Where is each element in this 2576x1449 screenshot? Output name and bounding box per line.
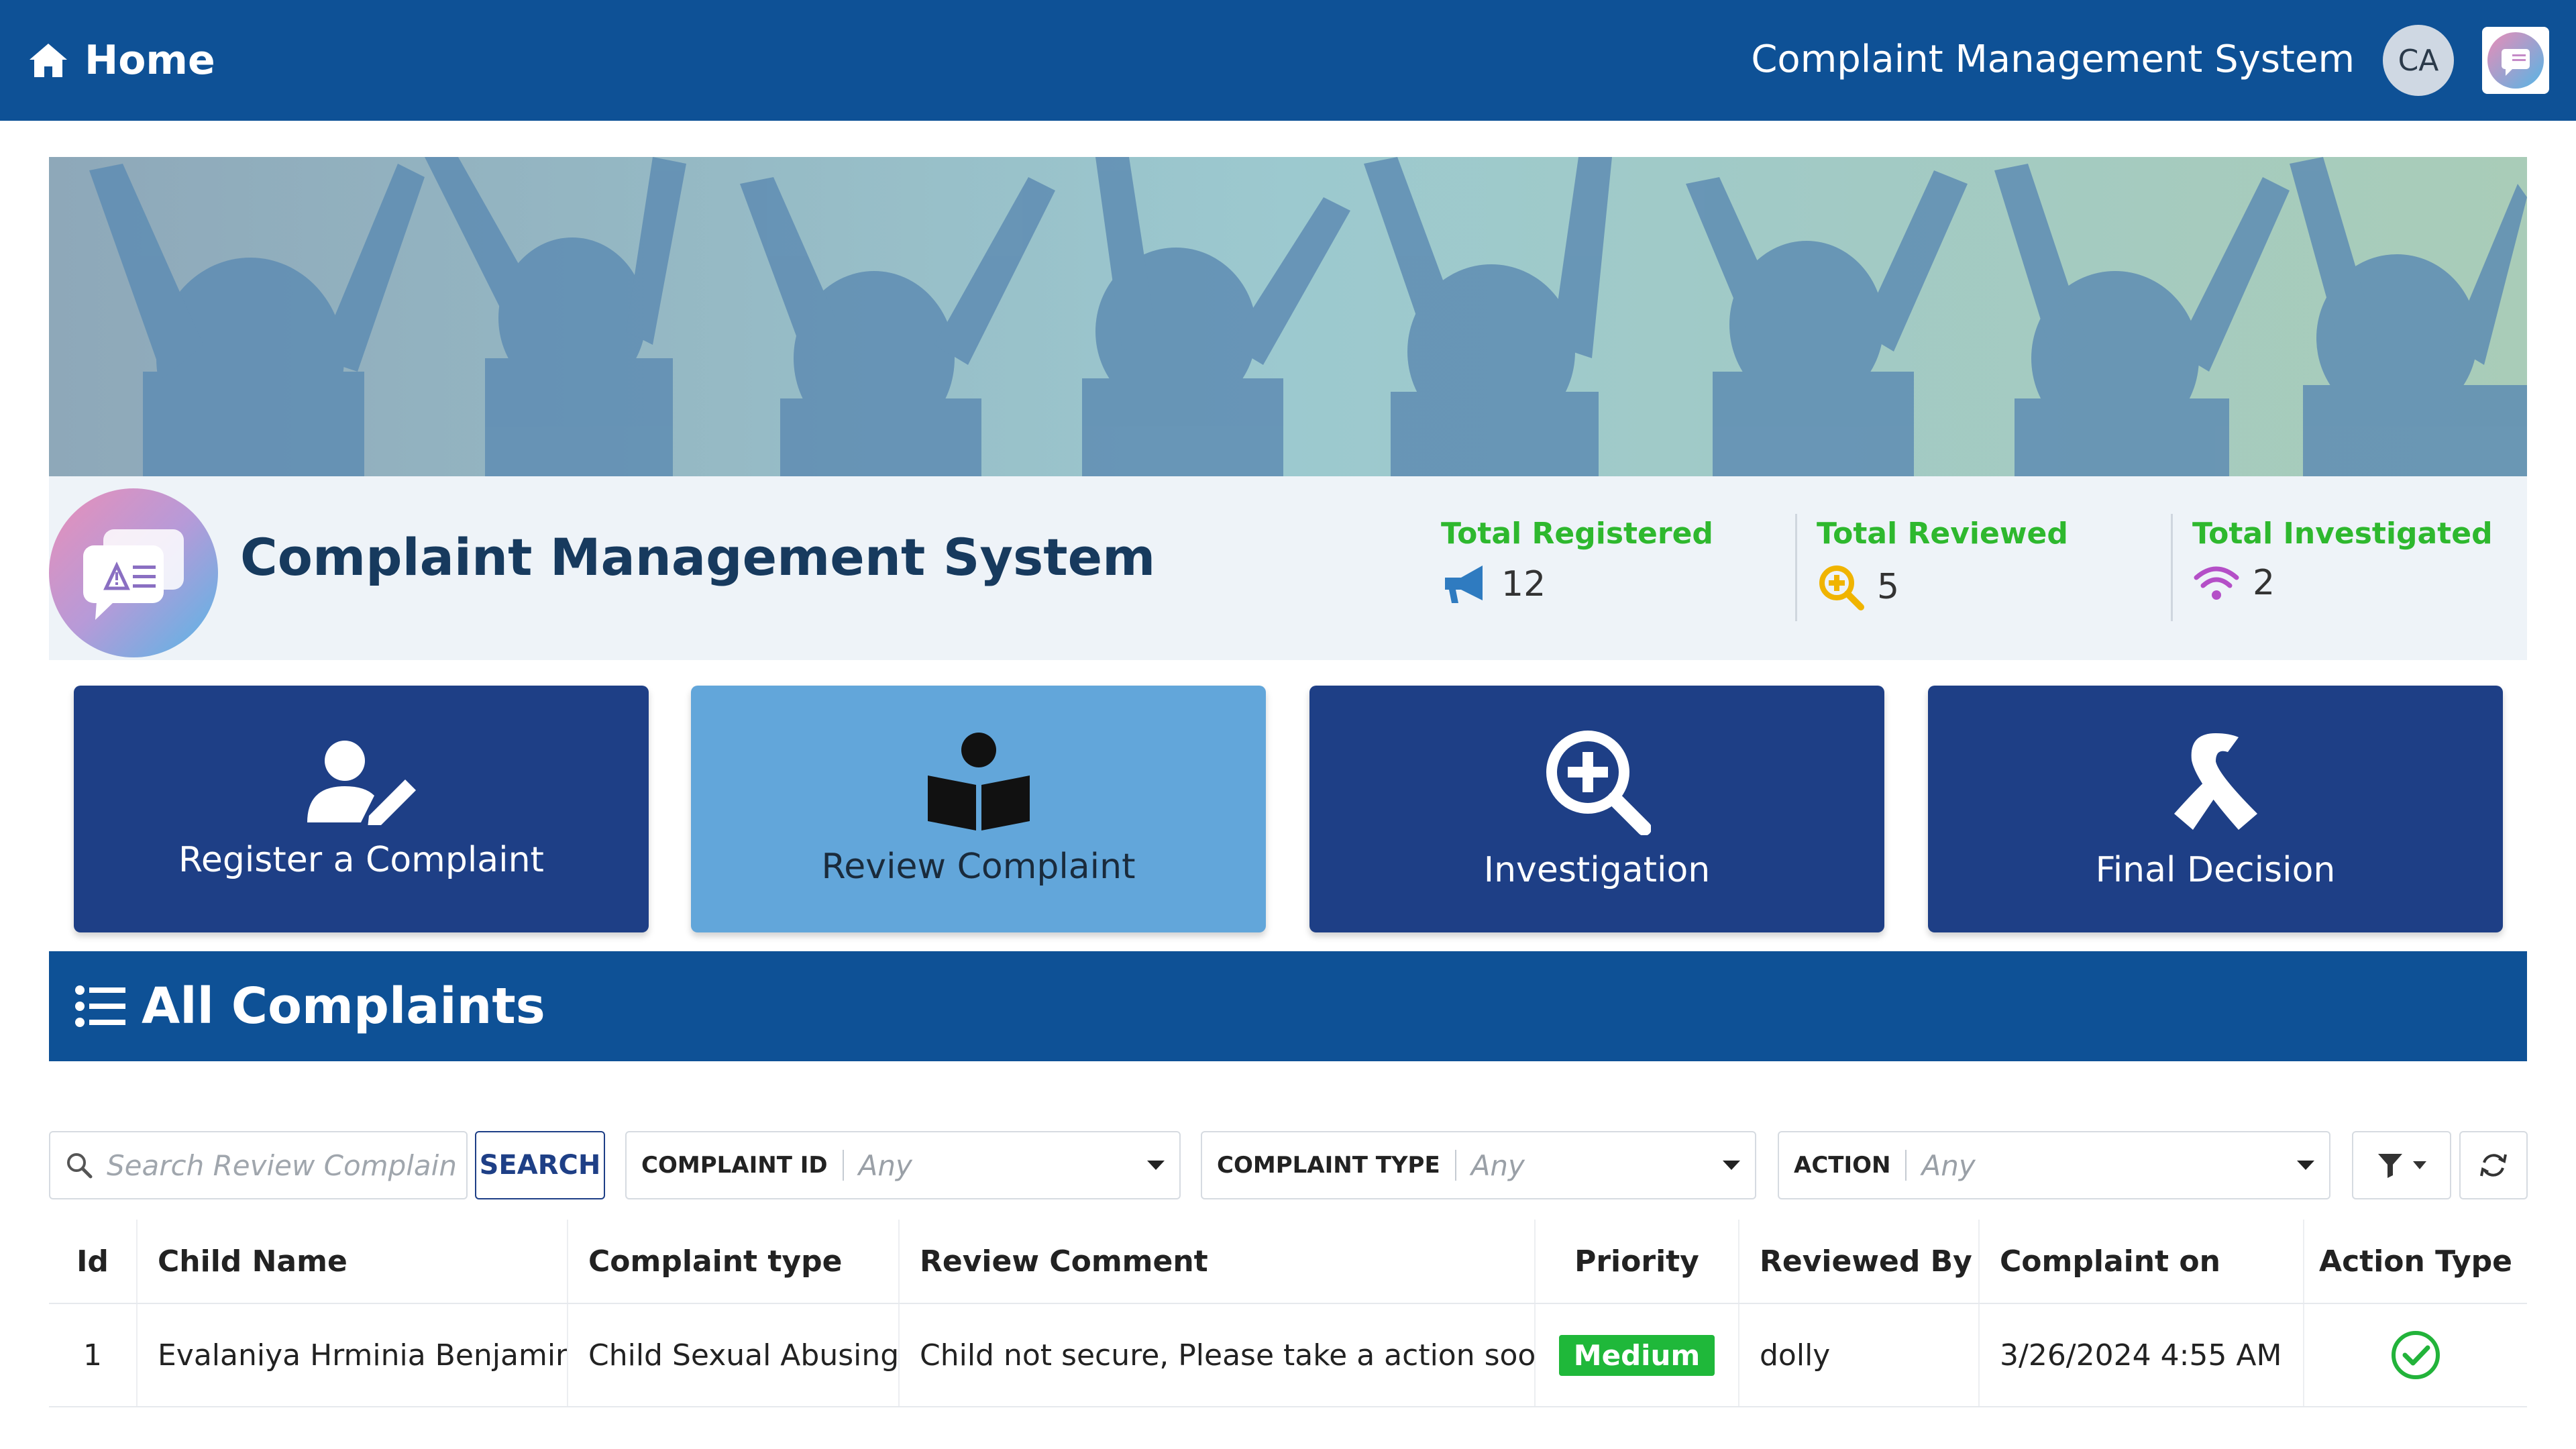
refresh-button[interactable] [2459, 1131, 2528, 1199]
column-header[interactable]: Complaint type [568, 1220, 900, 1303]
dropdown-value: Any [1921, 1148, 1976, 1182]
app-logo-icon [49, 488, 218, 657]
investigation-card[interactable]: Investigation [1309, 686, 1884, 932]
cell-child-name: Evalaniya Hrminia Benjamin [138, 1304, 568, 1406]
stat-total-investigated: Total Investigated 2 [2192, 517, 2493, 637]
search-box [49, 1131, 468, 1199]
wifi-icon [2192, 563, 2241, 603]
complaint-type-dropdown[interactable]: COMPLAINT TYPE Any [1201, 1131, 1756, 1199]
navbar-app-title: Complaint Management System [1751, 38, 2355, 81]
app-logo-icon[interactable] [2482, 27, 2549, 94]
stat-total-registered: Total Registered 12 [1441, 517, 1713, 637]
search-input[interactable] [105, 1148, 457, 1183]
stat-total-reviewed: Total Reviewed 5 [1817, 517, 2068, 637]
home-icon [27, 41, 70, 80]
card-label: Review Complaint [821, 847, 1136, 887]
caret-down-icon [1723, 1161, 1740, 1170]
register-complaint-card[interactable]: Register a Complaint [74, 686, 649, 932]
column-header[interactable]: Priority [1536, 1220, 1739, 1303]
cell-priority: Medium [1536, 1304, 1739, 1406]
complaint-id-dropdown[interactable]: COMPLAINT ID Any [625, 1131, 1181, 1199]
caret-down-icon [2413, 1161, 2426, 1169]
dropdown-label: COMPLAINT TYPE [1217, 1152, 1440, 1179]
column-header[interactable]: Action Type [2304, 1220, 2527, 1303]
column-header[interactable]: Reviewed By [1739, 1220, 1980, 1303]
cell-complaint-type: Child Sexual Abusing [568, 1304, 900, 1406]
complaints-table: Id Child Name Complaint type Review Comm… [49, 1220, 2527, 1407]
stat-label: Total Registered [1441, 517, 1713, 551]
dropdown-label: ACTION [1794, 1152, 1891, 1179]
card-label: Investigation [1483, 850, 1711, 890]
review-complaint-card[interactable]: Review Complaint [691, 686, 1266, 932]
priority-badge: Medium [1558, 1334, 1715, 1376]
cell-action-type [2304, 1304, 2527, 1406]
cell-reviewed-by: dolly [1739, 1304, 1980, 1406]
column-header[interactable]: Id [49, 1220, 138, 1303]
search-button[interactable]: SEARCH [475, 1131, 605, 1199]
section-title: All Complaints [142, 977, 545, 1035]
caret-down-icon [1147, 1161, 1165, 1170]
table-row[interactable]: 1 Evalaniya Hrminia Benjamin Child Sexua… [49, 1304, 2527, 1407]
stat-divider [1795, 514, 1797, 621]
dropdown-value: Any [858, 1148, 912, 1182]
dropdown-value: Any [1470, 1148, 1525, 1182]
list-icon [74, 985, 125, 1028]
top-navbar: Home Complaint Management System CA [0, 0, 2576, 121]
refresh-icon [2479, 1150, 2508, 1180]
caret-down-icon [2297, 1161, 2314, 1170]
search-plus-icon [1544, 728, 1651, 835]
search-icon [65, 1151, 93, 1179]
ribbon-icon [2169, 728, 2263, 835]
stat-value: 5 [1877, 567, 1900, 607]
filter-icon [2377, 1152, 2404, 1178]
stat-label: Total Investigated [2192, 517, 2493, 551]
card-label: Register a Complaint [178, 840, 544, 880]
column-header[interactable]: Child Name [138, 1220, 568, 1303]
column-header[interactable]: Review Comment [900, 1220, 1536, 1303]
page-title: Complaint Management System [240, 527, 1156, 587]
book-reader-icon [925, 731, 1032, 832]
check-circle-icon[interactable] [2390, 1330, 2441, 1381]
cell-review-comment: Child not secure, Please take a action s… [900, 1304, 1536, 1406]
stat-label: Total Reviewed [1817, 517, 2068, 551]
stat-value: 2 [2253, 563, 2275, 603]
dropdown-label: COMPLAINT ID [641, 1152, 828, 1179]
user-avatar[interactable]: CA [2383, 25, 2454, 96]
megaphone-icon [1441, 563, 1489, 606]
card-label: Final Decision [2095, 850, 2336, 890]
hero-banner-image [49, 157, 2527, 476]
table-header-row: Id Child Name Complaint type Review Comm… [49, 1220, 2527, 1304]
filter-menu-button[interactable] [2352, 1131, 2451, 1199]
action-dropdown[interactable]: ACTION Any [1778, 1131, 2330, 1199]
all-complaints-header: All Complaints [49, 951, 2527, 1061]
column-header[interactable]: Complaint on [1980, 1220, 2304, 1303]
cell-id: 1 [49, 1304, 138, 1406]
home-label: Home [85, 37, 215, 84]
stat-value: 12 [1501, 564, 1546, 604]
stat-divider [2171, 514, 2173, 621]
user-edit-icon [305, 738, 419, 825]
cell-complaint-on: 3/26/2024 4:55 AM [1980, 1304, 2304, 1406]
home-link[interactable]: Home [27, 34, 215, 87]
search-plus-icon [1817, 563, 1865, 611]
final-decision-card[interactable]: Final Decision [1928, 686, 2503, 932]
